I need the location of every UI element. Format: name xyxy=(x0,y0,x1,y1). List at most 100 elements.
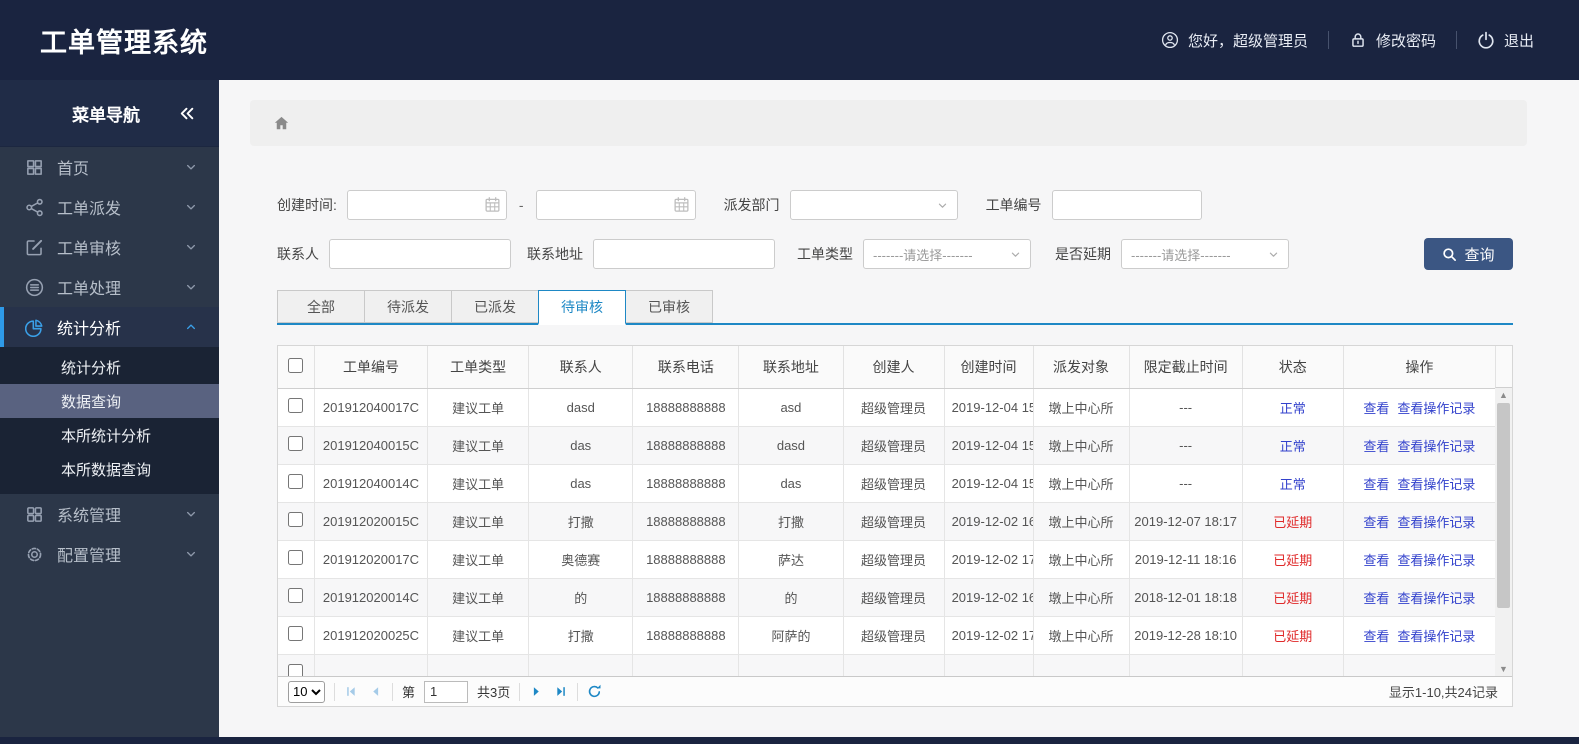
tab-已审核[interactable]: 已审核 xyxy=(625,290,713,323)
view-log-link[interactable]: 查看操作记录 xyxy=(1397,591,1475,606)
table-row: 201912020015C 建议工单 打撒 18888888888 打撒 超级管理员 201… xyxy=(278,502,1495,541)
view-link[interactable]: 查看 xyxy=(1363,591,1389,606)
row-checkbox[interactable] xyxy=(288,474,304,489)
view-link[interactable]: 查看 xyxy=(1363,553,1389,568)
address-input[interactable] xyxy=(593,239,775,269)
view-link[interactable]: 查看 xyxy=(1363,629,1389,644)
search-button[interactable]: 查询 xyxy=(1424,238,1513,270)
home-icon[interactable] xyxy=(272,114,291,133)
view-link[interactable]: 查看 xyxy=(1363,401,1389,416)
calendar-icon[interactable] xyxy=(484,196,501,213)
row-checkbox[interactable] xyxy=(288,588,304,603)
submenu-item-本所统计分析[interactable]: 本所统计分析 xyxy=(0,418,219,452)
view-log-link[interactable]: 查看操作记录 xyxy=(1397,401,1475,416)
scrollbar-thumb[interactable] xyxy=(1497,403,1510,608)
tab-待审核[interactable]: 待审核 xyxy=(538,290,626,325)
row-select-cell xyxy=(278,388,315,427)
view-log-link[interactable]: 查看操作记录 xyxy=(1397,477,1475,492)
change-password-label: 修改密码 xyxy=(1375,32,1436,50)
created-time-start-input[interactable] xyxy=(346,190,507,220)
row-checkbox[interactable] xyxy=(288,398,304,413)
view-link[interactable]: 查看 xyxy=(1363,477,1389,492)
user-greeting[interactable]: 您好，超级管理员 xyxy=(1161,30,1308,51)
cell-empty xyxy=(528,654,634,676)
contact-input[interactable] xyxy=(329,239,511,269)
prev-page-button[interactable] xyxy=(368,684,383,699)
cell-address: 阿萨的 xyxy=(738,616,844,655)
select-all-checkbox[interactable] xyxy=(288,357,304,373)
table-row: 201912040014C 建议工单 das 18888888888 das 超级管理员 2… xyxy=(278,464,1495,503)
scroll-up-arrow-icon[interactable]: ▲ xyxy=(1495,388,1512,402)
order-type-select[interactable]: -------请选择------- xyxy=(863,239,1031,269)
row-checkbox[interactable] xyxy=(288,626,304,641)
cell-empty xyxy=(843,654,945,676)
tab-待派发[interactable]: 待派发 xyxy=(364,290,452,323)
scrollbar-track[interactable]: ▲ ▼ xyxy=(1495,388,1512,676)
cell-status: 已延期 xyxy=(1242,540,1344,579)
user-greeting-label: 您好，超级管理员 xyxy=(1187,32,1308,50)
sidebar-item-工单处理[interactable]: 工单处理 xyxy=(0,267,219,307)
sidebar-item-label: 工单处理 xyxy=(57,281,122,298)
created-time-end-input[interactable] xyxy=(535,190,696,220)
cell-address: 的 xyxy=(738,578,844,617)
sidebar-item-首页[interactable]: 首页 xyxy=(0,147,219,187)
last-page-button[interactable] xyxy=(553,684,568,699)
top-header-bar: 工单管理系统 您好，超级管理员 修改密码 退出 xyxy=(0,0,1579,80)
cell-deadline: --- xyxy=(1129,388,1243,427)
calendar-icon[interactable] xyxy=(673,196,690,213)
page-size-select[interactable]: 10 xyxy=(288,680,325,703)
scroll-down-arrow-icon[interactable]: ▼ xyxy=(1495,662,1512,676)
submenu-item-统计分析[interactable]: 统计分析 xyxy=(0,350,219,384)
contact-label: 联系人 xyxy=(277,246,319,262)
cell-deadline: 2019-12-07 18:17 xyxy=(1129,502,1243,541)
tab-全部[interactable]: 全部 xyxy=(277,290,365,323)
current-page-input[interactable] xyxy=(424,680,469,703)
row-checkbox[interactable] xyxy=(288,664,304,676)
order-no-input[interactable] xyxy=(1051,190,1202,220)
submenu-item-本所数据查询[interactable]: 本所数据查询 xyxy=(0,452,219,486)
logout-button[interactable]: 退出 xyxy=(1477,30,1534,51)
next-page-button[interactable] xyxy=(529,684,544,699)
modules-icon xyxy=(25,505,44,524)
cell-order_no: 201912020015C xyxy=(314,502,429,541)
row-checkbox[interactable] xyxy=(288,436,304,451)
view-log-link[interactable]: 查看操作记录 xyxy=(1397,553,1475,568)
sidebar-item-统计分析[interactable]: 统计分析 xyxy=(0,307,219,347)
status-tabs: 全部 待派发 已派发 待审核 已审核 xyxy=(277,290,1513,325)
view-log-link[interactable]: 查看操作记录 xyxy=(1397,629,1475,644)
sidebar-item-工单派发[interactable]: 工单派发 xyxy=(0,187,219,227)
change-password-button[interactable]: 修改密码 xyxy=(1349,30,1436,51)
row-select-cell xyxy=(278,616,315,655)
sidebar-item-配置管理[interactable]: 配置管理 xyxy=(0,534,219,574)
view-log-link[interactable]: 查看操作记录 xyxy=(1397,515,1475,530)
search-button-label: 查询 xyxy=(1464,246,1495,264)
view-log-link[interactable]: 查看操作记录 xyxy=(1397,439,1475,454)
cell-type: 建议工单 xyxy=(427,426,530,465)
sidebar-item-label: 配置管理 xyxy=(57,548,122,565)
dispatch-dept-select[interactable] xyxy=(789,190,958,220)
sidebar-item-系统管理[interactable]: 系统管理 xyxy=(0,494,219,534)
cell-type: 建议工单 xyxy=(427,578,530,617)
collapse-sidebar-icon[interactable] xyxy=(178,105,195,122)
submenu-item-数据查询[interactable]: 数据查询 xyxy=(0,384,219,418)
order-type-value: -------请选择------- xyxy=(873,247,973,263)
cell-deadline: 2018-12-01 18:18 xyxy=(1129,578,1243,617)
view-link[interactable]: 查看 xyxy=(1363,439,1389,454)
cell-created: 2019-12-04 15 xyxy=(944,388,1034,427)
row-checkbox[interactable] xyxy=(288,550,304,565)
refresh-button[interactable] xyxy=(587,684,602,699)
view-link[interactable]: 查看 xyxy=(1363,515,1389,530)
cell-status: 正常 xyxy=(1242,388,1344,427)
sidebar-item-工单审核[interactable]: 工单审核 xyxy=(0,227,219,267)
row-select-cell xyxy=(278,464,315,503)
first-page-button[interactable] xyxy=(344,684,359,699)
tab-已派发[interactable]: 已派发 xyxy=(451,290,539,323)
row-checkbox[interactable] xyxy=(288,512,304,527)
delay-select[interactable]: -------请选择------- xyxy=(1121,239,1289,269)
cell-target: 墩上中心所 xyxy=(1033,426,1130,465)
cell-created: 2019-12-04 15 xyxy=(944,426,1034,465)
delay-value: -------请选择------- xyxy=(1131,247,1231,263)
table-row: 201912020017C 建议工单 奥德赛 18888888888 萨达 超级管理员 20… xyxy=(278,540,1495,579)
table-row: 201912040015C 建议工单 das 18888888888 dasd 超级管理员… xyxy=(278,426,1495,465)
cell-address: 打撒 xyxy=(738,502,844,541)
